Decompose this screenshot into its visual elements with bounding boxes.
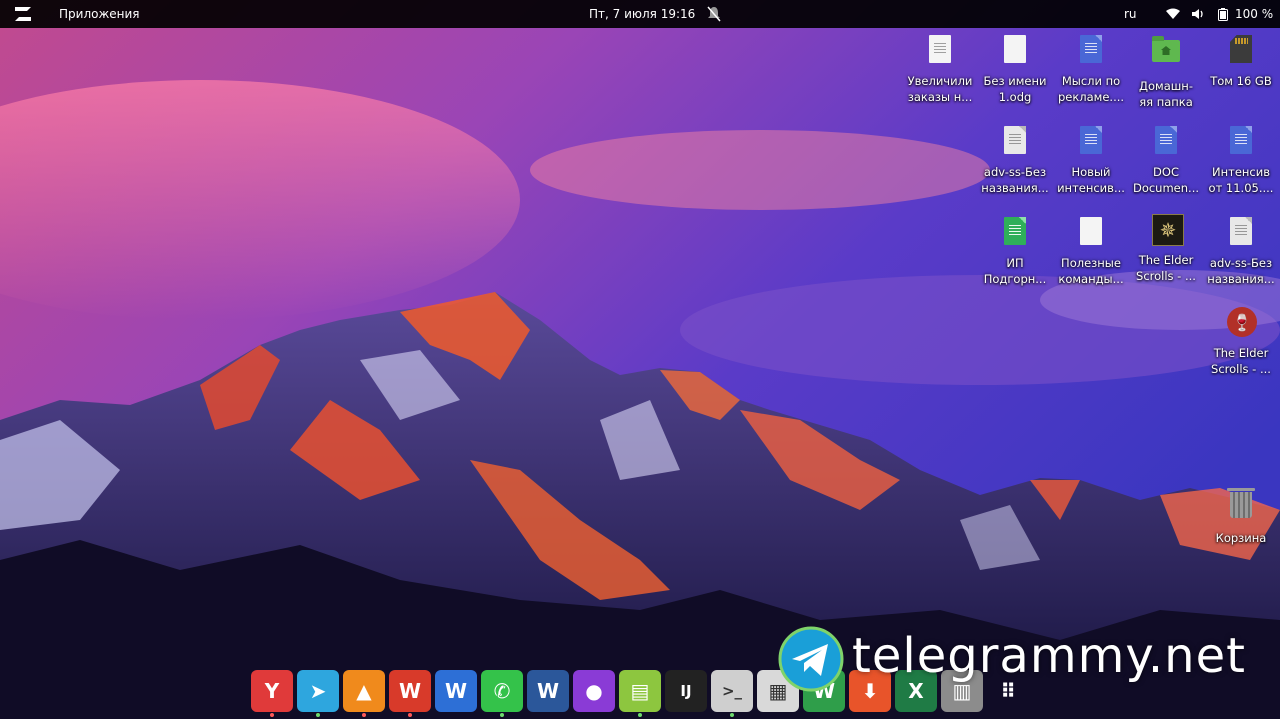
desktop-icon-label: Том 16 GB: [1210, 74, 1272, 88]
yandex-browser-icon: Y: [264, 679, 280, 703]
wps-office-icon: W: [398, 679, 422, 703]
sd-card-icon: [1227, 35, 1255, 69]
battery-icon[interactable]: [1218, 0, 1230, 28]
dock-color-picker-button[interactable]: ●: [573, 670, 615, 712]
notifications-muted-icon[interactable]: [707, 0, 723, 28]
drawing-file-icon: [1001, 35, 1029, 69]
running-indicator: [316, 713, 320, 717]
intellij-icon: IJ: [680, 682, 692, 700]
dock-intellij-button[interactable]: IJ: [665, 670, 707, 712]
desktop-launcher-elder-scrolls-1[interactable]: ✵ The Elder Scrolls - ...: [1128, 214, 1204, 284]
text-document-icon: [1227, 126, 1255, 160]
wifi-icon[interactable]: [1166, 0, 1182, 28]
desktop-icon-label: adv-ss-Без названия...: [981, 165, 1049, 195]
desktop-icon-label: DOC Documen...: [1132, 165, 1200, 195]
keyboard-layout-indicator[interactable]: ru: [1124, 0, 1137, 28]
dock-wps-office-button[interactable]: W: [389, 670, 431, 717]
desktop-icon-label: Интенсив от 11.05....: [1208, 165, 1274, 195]
desktop-wallpaper: [0, 0, 1280, 719]
desktop-icon-label: ИП Подгорн...: [983, 256, 1047, 286]
desktop-file-mysli-po-reklame[interactable]: Мысли по рекламе....: [1053, 32, 1129, 105]
game-launcher-icon: ✵: [1152, 214, 1184, 248]
text-file-icon: [1227, 217, 1255, 251]
phone-icon: ✆: [493, 679, 511, 703]
desktop-icon-label: Увеличили заказы н...: [907, 74, 973, 104]
word-icon: W: [536, 679, 560, 703]
wps-writer-icon: W: [444, 679, 468, 703]
wine-icon: 🍷: [1227, 307, 1257, 341]
desktop-icon-label: Домашн- яя папка: [1139, 79, 1193, 109]
terminal-icon: >_: [721, 682, 743, 700]
desktop-file-bez-imeni-odg[interactable]: Без имени 1.odg: [977, 32, 1053, 105]
document-thumbnail-icon: [926, 35, 954, 69]
dock-vlc-button[interactable]: ▲: [343, 670, 385, 717]
telegram-icon: ➤: [309, 679, 327, 703]
telegram-logo-icon: [778, 626, 844, 692]
desktop-launcher-elder-scrolls-2[interactable]: 🍷 The Elder Scrolls - ...: [1203, 305, 1279, 377]
running-indicator: [730, 713, 734, 717]
spreadsheet-icon: [1001, 217, 1029, 251]
applications-menu[interactable]: Приложения: [59, 0, 140, 28]
desktop-file-adv-ss-2[interactable]: adv-ss-Без названия...: [1203, 214, 1279, 287]
dock-wps-writer-button[interactable]: W: [435, 670, 477, 712]
desktop-icon-label: The Elder Scrolls - ...: [1211, 346, 1271, 376]
running-indicator: [270, 713, 274, 717]
desktop-icon-label: adv-ss-Без названия...: [1207, 256, 1275, 286]
running-indicator: [500, 713, 504, 717]
text-document-icon: [1152, 126, 1180, 160]
battery-percentage: 100 %: [1235, 7, 1274, 21]
zorin-menu-icon[interactable]: [12, 0, 36, 28]
volume-icon[interactable]: [1191, 0, 1207, 28]
desktop-icon-label: Новый интенсив...: [1057, 165, 1125, 195]
dock-telegram-button[interactable]: ➤: [297, 670, 339, 717]
desktop-file-doc-document[interactable]: DOC Documen...: [1128, 123, 1204, 196]
desktop-icon-label: Мысли по рекламе....: [1057, 74, 1125, 104]
dock-phone-button[interactable]: ✆: [481, 670, 523, 717]
blank-file-icon: [1077, 217, 1105, 251]
home-folder-icon: [1152, 36, 1180, 74]
file-manager-icon: ▤: [630, 679, 650, 703]
dock-file-manager-button[interactable]: ▤: [619, 670, 661, 717]
desktop-volume-16gb[interactable]: Том 16 GB: [1203, 32, 1279, 89]
running-indicator: [408, 713, 412, 717]
clock-datetime[interactable]: Пт, 7 июля 19:16: [589, 0, 695, 28]
trash-icon: [1227, 488, 1255, 526]
desktop-file-poleznye-komandy[interactable]: Полезные команды...: [1053, 214, 1129, 287]
desktop-file-uvelichili-zakazy[interactable]: Увеличили заказы н...: [902, 32, 978, 105]
dock-terminal-button[interactable]: >_: [711, 670, 753, 717]
desktop-icon-label: Полезные команды...: [1058, 256, 1124, 286]
desktop-home-folder[interactable]: Домашн- яя папка: [1128, 32, 1204, 110]
running-indicator: [638, 713, 642, 717]
top-panel: Приложения Пт, 7 июля 19:16 ru 100 %: [0, 0, 1280, 28]
text-file-icon: [1001, 126, 1029, 160]
vlc-icon: ▲: [356, 679, 372, 703]
desktop-file-adv-ss-1[interactable]: adv-ss-Без названия...: [977, 123, 1053, 196]
dock-word-button[interactable]: W: [527, 670, 569, 712]
text-document-icon: [1077, 35, 1105, 69]
color-picker-icon: ●: [585, 679, 603, 703]
desktop-icon-label: Без имени 1.odg: [983, 74, 1047, 104]
dock-yandex-browser-button[interactable]: Y: [251, 670, 293, 717]
desktop-file-novyi-intensiv[interactable]: Новый интенсив...: [1053, 123, 1129, 196]
running-indicator: [362, 713, 366, 717]
text-document-icon: [1077, 126, 1105, 160]
desktop-file-intensiv-11-05[interactable]: Интенсив от 11.05....: [1203, 123, 1279, 196]
desktop-icon-label: Корзина: [1215, 531, 1267, 545]
desktop-icon-label: The Elder Scrolls - ...: [1136, 253, 1196, 283]
desktop-file-ip-podgorn[interactable]: ИП Подгорн...: [977, 214, 1053, 287]
desktop-trash[interactable]: Корзина: [1203, 488, 1279, 546]
watermark-text: telegrammy.net: [852, 628, 1246, 684]
